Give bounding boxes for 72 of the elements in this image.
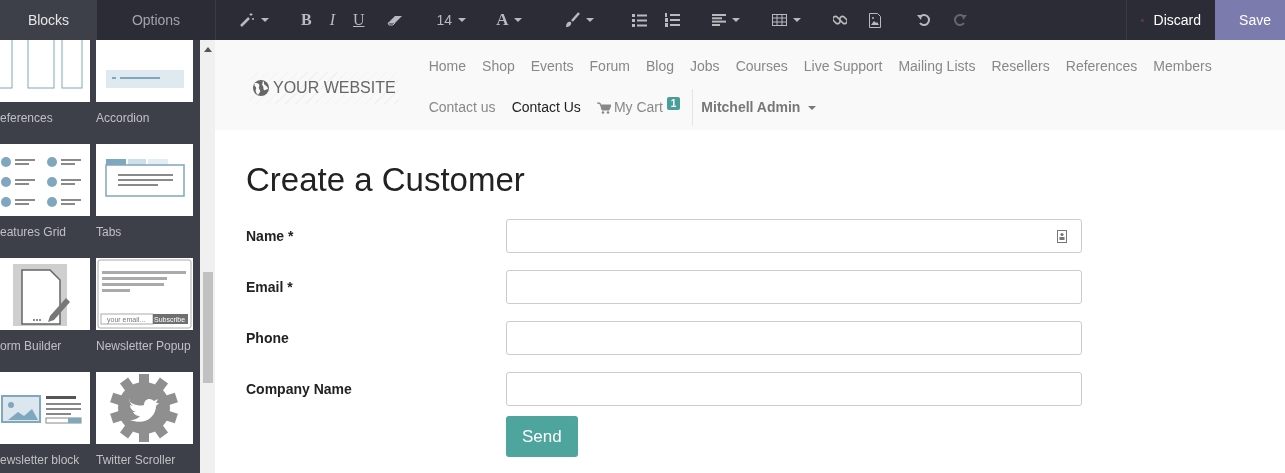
nav-link[interactable]: Home [420, 48, 475, 89]
input-field[interactable] [506, 270, 1082, 305]
nav-link[interactable]: Blog [638, 48, 683, 89]
nav-link[interactable]: Mailing Lists [890, 48, 984, 89]
italic-button[interactable]: I [320, 0, 344, 40]
block-label: orm Builder [0, 338, 63, 355]
accordion-thumbnail[interactable] [96, 40, 193, 102]
image-file-icon[interactable] [869, 12, 882, 28]
form-thumbnail[interactable] [0, 258, 90, 330]
nav-link[interactable]: Resellers [983, 48, 1058, 89]
magic-wand-icon[interactable] [239, 13, 255, 27]
shopping-cart-icon[interactable] [596, 102, 611, 115]
caret-icon[interactable] [458, 18, 467, 22]
underline-button[interactable]: U [344, 0, 374, 40]
bold-button[interactable]: B [292, 0, 321, 40]
page-title: Create a Customer [246, 160, 526, 200]
user-menu[interactable]: Mitchell Admin [692, 89, 825, 126]
save-button[interactable]: Save [1215, 0, 1285, 40]
cart-link[interactable]: My Cart $^{1}$ [588, 89, 689, 130]
align-left-icon[interactable] [712, 14, 727, 26]
block-label: Twitter Scroller [96, 452, 177, 469]
nav-link[interactable]: Jobs [682, 48, 728, 89]
block-label: ewsletter block [0, 452, 81, 469]
nav-link[interactable]: Members [1145, 48, 1220, 89]
cart-count-badge: 1 [666, 97, 681, 110]
columns-thumbnail[interactable] [0, 40, 90, 102]
send-button[interactable]: Send [506, 415, 578, 458]
field-label: Phone [246, 328, 290, 348]
nav-link[interactable]: Courses [727, 48, 796, 89]
nav-link[interactable]: Forum [581, 48, 638, 89]
newsletter-thumbnail[interactable] [0, 372, 90, 444]
editor-tab[interactable]: Blocks [0, 0, 97, 40]
link-icon[interactable] [833, 13, 848, 27]
scrollbar-thumb[interactable] [203, 272, 213, 383]
block-label: Accordion [96, 110, 151, 127]
scroll-up-icon[interactable] [204, 47, 212, 52]
block-label: eferences [0, 110, 54, 127]
nav-link[interactable]: Shop [474, 48, 523, 89]
tabs-thumbnail[interactable] [96, 144, 193, 216]
numbered-list-icon[interactable] [665, 13, 681, 27]
undo-icon[interactable] [917, 13, 932, 27]
field-label: Email * [246, 277, 294, 297]
paint-brush-icon[interactable] [564, 12, 581, 28]
globe-icon [252, 79, 270, 97]
input-field[interactable] [506, 219, 1082, 254]
nav-link[interactable]: Contact Us [503, 89, 589, 130]
font-size-dropdown[interactable]: 14 [427, 0, 476, 40]
block-label: eatures Grid [0, 224, 68, 241]
caret-icon[interactable] [793, 18, 802, 22]
block-label: Tabs [96, 224, 123, 241]
nav-link[interactable]: Contact us [420, 89, 504, 130]
input-field[interactable] [506, 372, 1082, 407]
caret-icon[interactable] [586, 18, 595, 22]
caret-icon[interactable] [808, 105, 817, 110]
nav-link[interactable]: Events [522, 48, 582, 89]
caret-icon[interactable] [732, 18, 741, 22]
site-logo[interactable]: YOUR WEBSITE [249, 72, 399, 104]
nav-link[interactable]: Live Support [795, 48, 891, 89]
table-icon[interactable] [772, 14, 788, 26]
field-label: Company Name [246, 379, 353, 399]
gear-bird-thumbnail[interactable] [96, 372, 193, 444]
features-grid-thumbnail[interactable] [0, 144, 90, 216]
field-label: Name * [246, 226, 295, 246]
nav-link[interactable]: References [1057, 48, 1146, 89]
caret-icon[interactable] [261, 18, 269, 22]
input-field[interactable] [506, 321, 1082, 356]
eraser-icon[interactable] [386, 14, 403, 26]
bulleted-list-icon[interactable] [632, 13, 648, 27]
contact-card-icon[interactable] [1057, 230, 1067, 244]
font-color-dropdown[interactable]: A [487, 0, 532, 40]
block-label: Newsletter Popup [96, 338, 192, 355]
caret-icon[interactable] [514, 18, 523, 22]
